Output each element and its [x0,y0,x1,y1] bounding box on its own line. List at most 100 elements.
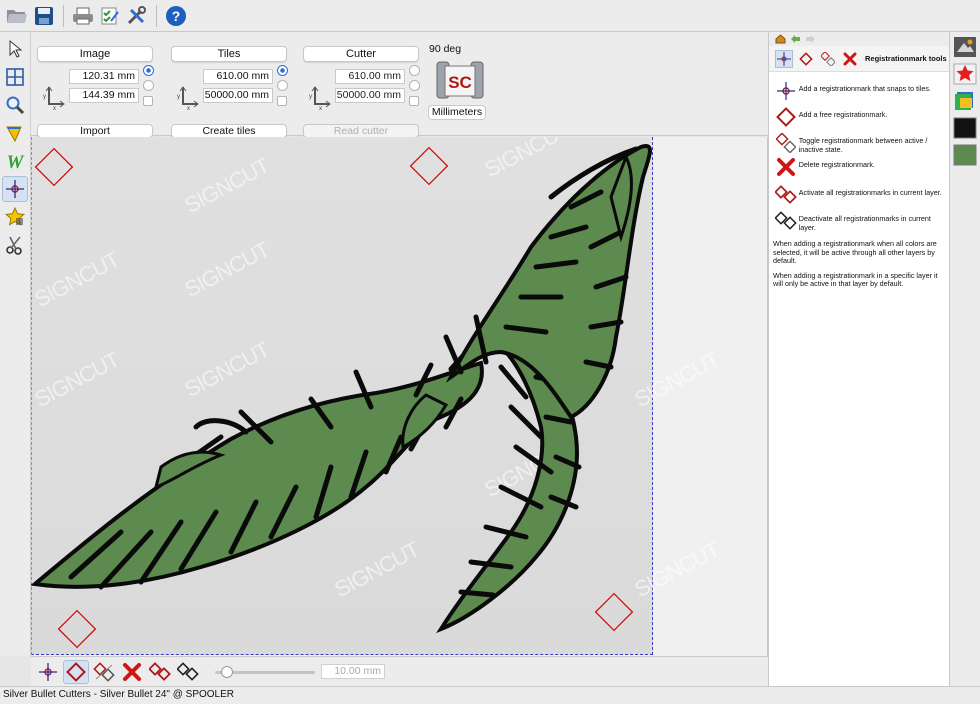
mark-size-field[interactable]: 10.00 mm [321,664,385,679]
scissors-icon[interactable] [2,232,28,258]
star-effects-icon[interactable] [2,204,28,230]
cutter-radio-1[interactable] [409,65,420,76]
svg-text:y: y [43,94,46,100]
tiles-radio-2[interactable] [277,80,288,91]
activate-marks-icon[interactable] [147,660,173,684]
star-layer-icon[interactable] [953,63,977,85]
back-arrow-icon[interactable] [790,34,801,44]
cutter-header: Cutter [303,46,419,62]
svg-text:y: y [177,94,180,100]
activate-marks-icon[interactable] [773,184,799,206]
registration-mark[interactable] [57,609,97,649]
parameters-panel: Image yx 120.31 mm 144.39 mm Import Tile… [31,32,768,138]
tiles-grid-icon[interactable] [2,64,28,90]
svg-text:x: x [53,106,56,110]
save-icon[interactable] [32,4,56,28]
toolbar-divider [156,4,157,27]
tools-icon[interactable] [125,4,149,28]
top-toolbar: ? [0,0,980,32]
checklist-icon[interactable] [98,4,122,28]
svg-text:W: W [7,152,25,171]
panel-item: Deactivate all registrationmarks in curr… [769,210,949,232]
home-icon[interactable] [775,34,786,44]
panel-item: Delete registrationmark. [769,156,949,178]
fern-artwork[interactable] [31,137,768,656]
far-right-toolbar [949,32,980,686]
cutter-group: Cutter yx 610.00 mm 50000.00 mm Read cut… [303,46,423,138]
rotation-label: 90 deg [429,43,462,55]
print-icon[interactable] [71,4,95,28]
toggle-mark-icon[interactable] [819,50,837,68]
image-radio-1[interactable] [143,65,154,76]
delete-x-icon[interactable] [119,660,145,684]
diamond-mark-icon[interactable] [773,106,799,128]
panel-header: Registrationmark tools [769,46,949,72]
panel-item: Activate all registrationmarks in curren… [769,184,949,206]
panel-item-text: Toggle registrationmark between active /… [798,136,928,154]
cutter-device-icon[interactable]: SC [433,56,487,104]
mark-size-slider[interactable] [215,665,315,679]
open-folder-icon[interactable] [5,4,29,28]
image-y-field[interactable]: 144.39 mm [69,88,139,103]
tiles-y-field[interactable]: 50000.00 mm [203,88,273,103]
panel-note: When adding a registrationmark in a spec… [773,270,938,288]
help-icon[interactable]: ? [164,4,188,28]
zoom-icon[interactable] [2,92,28,118]
image-checkbox[interactable] [143,96,153,106]
deactivate-marks-icon[interactable] [773,210,799,232]
image-header: Image [37,46,153,62]
free-mark-icon[interactable] [797,50,815,68]
registration-tools-panel: Registrationmark tools Add a registratio… [768,32,949,686]
tiles-radio-1[interactable] [277,65,288,76]
panel-note: When adding a registrationmark when all … [773,239,937,265]
delete-x-icon[interactable] [773,156,799,178]
read-cutter-button: Read cutter [303,124,419,138]
snap-mark-icon[interactable] [35,660,61,684]
left-toolbar: W [0,32,31,656]
registration-mark-tool-icon[interactable] [2,176,28,202]
toggle-mark-icon[interactable] [91,660,117,684]
create-tiles-button[interactable]: Create tiles [171,124,287,138]
tiles-checkbox[interactable] [277,96,287,106]
delete-x-icon[interactable] [841,50,859,68]
toolbar-divider [63,4,64,27]
green-layer-icon[interactable] [953,144,977,166]
cutter-checkbox[interactable] [409,96,419,106]
axis-origin-icon: yx [309,86,331,110]
select-arrow-icon[interactable] [2,36,28,62]
deactivate-marks-icon[interactable] [175,660,201,684]
weed-w-icon[interactable]: W [2,148,28,174]
black-layer-icon[interactable] [953,117,977,139]
canvas-area[interactable]: SIGNCUT SIGNCUT SIGNCUT SIGNCUT SIGNCUT … [31,137,768,656]
free-mark-icon[interactable] [63,659,89,684]
panel-item: Add a free registrationmark. [769,106,949,128]
svg-text:x: x [187,106,190,110]
image-radio-2[interactable] [143,80,154,91]
svg-text:x: x [319,106,322,110]
registration-mark[interactable] [34,147,74,187]
pencil-icon[interactable] [2,120,28,146]
image-x-field[interactable]: 120.31 mm [69,69,139,84]
forward-arrow-icon[interactable] [805,34,816,44]
sc-logo-text: SC [448,73,472,92]
color-layers-icon[interactable] [953,90,977,112]
panel-item-text: Deactivate all registrationmarks in curr… [798,214,931,232]
panel-item: Toggle registrationmark between active /… [769,132,949,154]
status-bar: Silver Bullet Cutters - Silver Bullet 24… [0,686,980,704]
svg-text:y: y [309,94,312,100]
registration-mark[interactable] [594,592,634,632]
layer-effects-icon[interactable] [953,36,977,58]
unit-button[interactable]: Millimeters [428,105,486,120]
import-button[interactable]: Import [37,124,153,138]
cutter-y-field: 50000.00 mm [335,88,405,103]
slider-thumb[interactable] [221,665,233,678]
toggle-mark-icon[interactable] [773,132,799,154]
registration-mark[interactable] [409,146,449,186]
snap-mark-icon[interactable] [775,49,793,68]
tiles-x-field[interactable]: 610.00 mm [203,69,273,84]
panel-item-text: Add a free registrationmark. [798,110,888,119]
crosshair-mark-icon[interactable] [773,80,799,102]
panel-item-text: Activate all registrationmarks in curren… [798,188,942,197]
cutter-radio-2[interactable] [409,80,420,91]
panel-item-text: Add a registrationmark that snaps to til… [798,84,931,93]
